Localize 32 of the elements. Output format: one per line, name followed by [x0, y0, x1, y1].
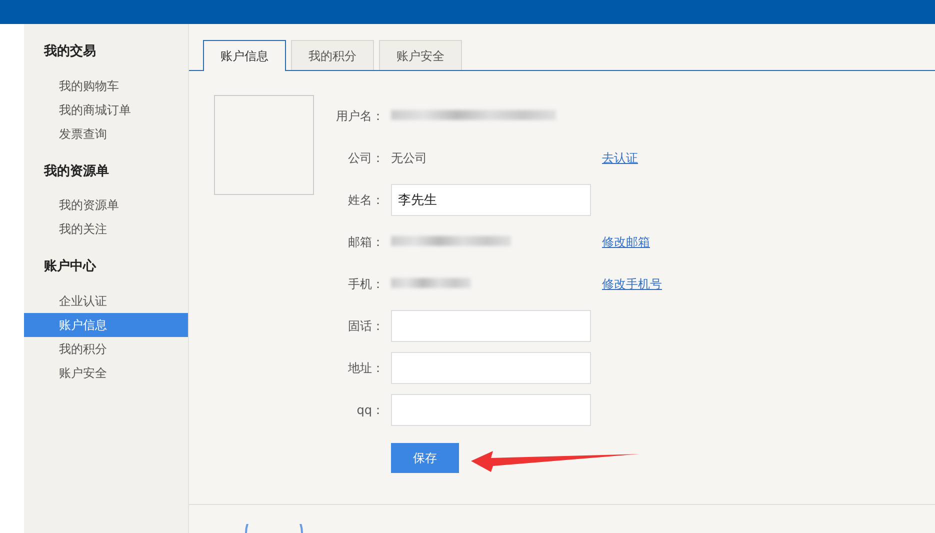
save-button[interactable]: 保存 — [391, 443, 459, 473]
link[interactable]: 修改邮箱 — [602, 233, 650, 251]
link[interactable]: 去认证 — [602, 149, 638, 167]
sidebar-item[interactable]: 我的购物车 — [24, 74, 188, 98]
field-label: 手机： — [347, 276, 384, 293]
field-label: 姓名： — [347, 192, 384, 209]
field-label: 用户名： — [335, 108, 384, 125]
sidebar-heading: 账户中心 — [43, 258, 98, 276]
field-label: 邮箱： — [347, 234, 384, 251]
sidebar-item[interactable]: 我的关注 — [24, 217, 188, 241]
sidebar-item[interactable]: 发票查询 — [24, 122, 188, 146]
input-field[interactable]: 李先生 — [391, 184, 591, 216]
sidebar-item[interactable]: 我的商城订单 — [24, 98, 188, 122]
sidebar-heading: 我的交易 — [42, 42, 97, 61]
tab[interactable]: 我的积分 — [291, 40, 374, 70]
sidebar-item[interactable]: 账户信息 — [24, 312, 188, 336]
field-label: 公司： — [347, 150, 384, 167]
sidebar-item[interactable]: 企业认证 — [24, 288, 188, 312]
sidebar-item[interactable]: 我的资源单 — [24, 193, 188, 217]
field-label: 固话： — [347, 318, 384, 335]
sidebar-item[interactable]: 我的积分 — [24, 336, 188, 360]
input-field[interactable] — [391, 352, 591, 384]
sidebar-heading: 我的资源单 — [42, 162, 110, 180]
input-field[interactable] — [391, 394, 591, 426]
sidebar-item[interactable]: 账户安全 — [24, 360, 188, 384]
field-label: qq： — [356, 402, 384, 419]
field-label: 地址： — [347, 360, 384, 377]
input-field[interactable] — [391, 310, 591, 342]
tab[interactable]: 账户安全 — [379, 40, 462, 70]
tab[interactable]: 账户信息 — [203, 40, 286, 71]
link[interactable]: 修改手机号 — [602, 275, 662, 293]
field-value: 无公司 — [391, 150, 428, 167]
